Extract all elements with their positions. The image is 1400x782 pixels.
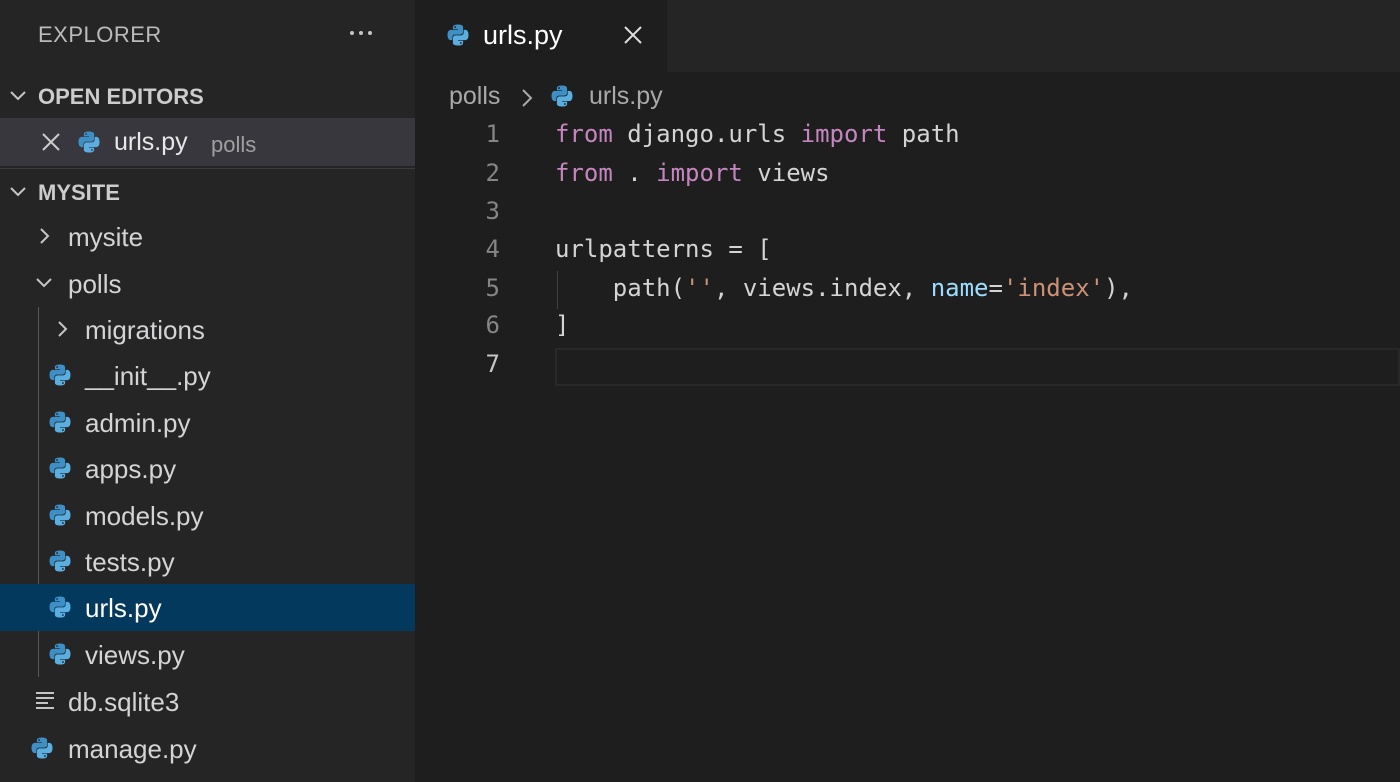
code-token: path [887, 120, 960, 148]
line-number: 5 [485, 274, 500, 302]
code-line-7[interactable]: 7 [415, 346, 1400, 384]
code-text: from django.urls import path [555, 120, 960, 148]
close-icon[interactable] [622, 24, 644, 46]
code-token: views [742, 159, 830, 187]
tree-item-label: manage.py [68, 734, 197, 764]
tree-item-label: db.sqlite3 [68, 687, 180, 717]
python-icon [48, 642, 72, 666]
python-icon [446, 23, 470, 47]
keyword-token: from [555, 159, 613, 187]
python-icon [48, 410, 72, 434]
code-text: ] [555, 311, 569, 339]
tree-item-label: tests.py [85, 547, 175, 577]
tree-item-label: urls.py [85, 593, 162, 623]
line-number: 7 [485, 350, 500, 378]
code-line-5[interactable]: 5 path('', views.index, name='index'), [415, 270, 1400, 308]
open-editor-item[interactable]: urls.py polls [0, 118, 415, 166]
python-icon [48, 549, 72, 573]
tree-file-apps[interactable]: apps.py [0, 445, 415, 492]
python-icon [48, 456, 72, 480]
breadcrumb-file[interactable]: urls.py [589, 82, 663, 111]
code-token: . [612, 159, 657, 187]
code-token: ] [555, 311, 570, 339]
tree-file-views[interactable]: views.py [0, 631, 415, 678]
tab-urls-py[interactable]: urls.py [415, 0, 667, 72]
python-icon [48, 363, 72, 387]
tree-folder-migrations[interactable]: migrations [0, 306, 415, 353]
tree-item-label: models.py [85, 501, 204, 531]
tree-item-label: admin.py [85, 408, 191, 438]
vscode-window: EXPLORER OPEN EDITORS urls.py polls MYSI… [0, 0, 1400, 782]
open-editors-header[interactable]: OPEN EDITORS [0, 73, 415, 119]
code-token: urlpatterns = [ [555, 235, 772, 263]
tree-file-admin[interactable]: admin.py [0, 399, 415, 446]
chevron-down-icon [10, 91, 26, 101]
python-icon [30, 736, 54, 760]
close-icon[interactable] [40, 131, 62, 153]
line-number: 3 [485, 197, 500, 225]
line-number: 2 [485, 159, 500, 187]
explorer-header: EXPLORER [0, 0, 415, 72]
mysite-section-label: MYSITE [38, 180, 120, 205]
open-editor-filename: urls.py [114, 128, 188, 156]
ellipsis-icon[interactable] [343, 18, 379, 48]
python-icon [550, 84, 574, 108]
chevron-down-icon [36, 278, 52, 288]
explorer-sidebar: EXPLORER OPEN EDITORS urls.py polls MYSI… [0, 0, 415, 782]
code-token: = [988, 274, 1003, 302]
tab-bar: urls.py [415, 0, 1400, 72]
tab-label: urls.py [483, 20, 563, 50]
tree-file-urls[interactable]: urls.py [0, 584, 415, 631]
tree-file-manage[interactable]: manage.py [0, 725, 415, 772]
python-icon [48, 595, 72, 619]
tree-item-label: polls [68, 269, 122, 299]
tree-item-label: mysite [68, 222, 144, 252]
keyword-token: import [800, 120, 888, 148]
chevron-right-icon [522, 89, 533, 107]
code-text: from . import views [555, 159, 830, 187]
tree-folder-polls[interactable]: polls [0, 260, 415, 307]
line-number: 1 [485, 120, 500, 148]
code-token: path( [555, 274, 686, 302]
tree-file-models[interactable]: models.py [0, 492, 415, 539]
python-icon [77, 130, 101, 154]
code-line-2[interactable]: 2 from . import views [415, 155, 1400, 193]
chevron-right-icon [58, 321, 68, 337]
code-line-6[interactable]: 6 ] [415, 307, 1400, 345]
code-token: ), [1104, 274, 1134, 302]
string-token: 'index' [1002, 274, 1105, 302]
tree-item-label: views.py [85, 640, 185, 670]
keyword-token: import [656, 159, 743, 187]
tree-file-init[interactable]: __init__.py [0, 352, 415, 399]
tree-item-label: apps.py [85, 454, 177, 484]
text-lines-icon [36, 692, 56, 710]
code-text: path('', views.index, name='index'), [555, 274, 1133, 302]
string-token: '' [685, 274, 714, 302]
python-icon [48, 503, 72, 527]
code-line-3[interactable]: 3 [415, 193, 1400, 231]
code-token: , views.index, [713, 274, 931, 302]
explorer-title: EXPLORER [38, 22, 162, 47]
chevron-right-icon [40, 228, 50, 244]
breadcrumb-folder[interactable]: polls [449, 82, 500, 111]
code-token: django.urls [612, 120, 801, 148]
open-editors-label: OPEN EDITORS [38, 84, 204, 109]
line-number: 4 [485, 235, 500, 263]
open-editor-dir: polls [211, 132, 257, 157]
line-number: 6 [485, 311, 500, 339]
code-line-4[interactable]: 4 urlpatterns = [ [415, 231, 1400, 269]
code-editor[interactable]: polls urls.py 1 from django.urls import … [415, 72, 1400, 782]
keyword-token: from [555, 120, 613, 148]
tree-item-label: migrations [85, 315, 205, 345]
tree-file-tests[interactable]: tests.py [0, 538, 415, 585]
tree-folder-mysite[interactable]: mysite [0, 213, 415, 260]
code-text: urlpatterns = [ [555, 235, 772, 263]
code-line-1[interactable]: 1 from django.urls import path [415, 116, 1400, 154]
mysite-section-header[interactable]: MYSITE [0, 168, 415, 214]
chevron-down-icon [10, 187, 26, 197]
tree-item-label: __init__.py [85, 361, 211, 391]
parameter-token: name [930, 274, 989, 302]
tree-file-db[interactable]: db.sqlite3 [0, 678, 415, 725]
